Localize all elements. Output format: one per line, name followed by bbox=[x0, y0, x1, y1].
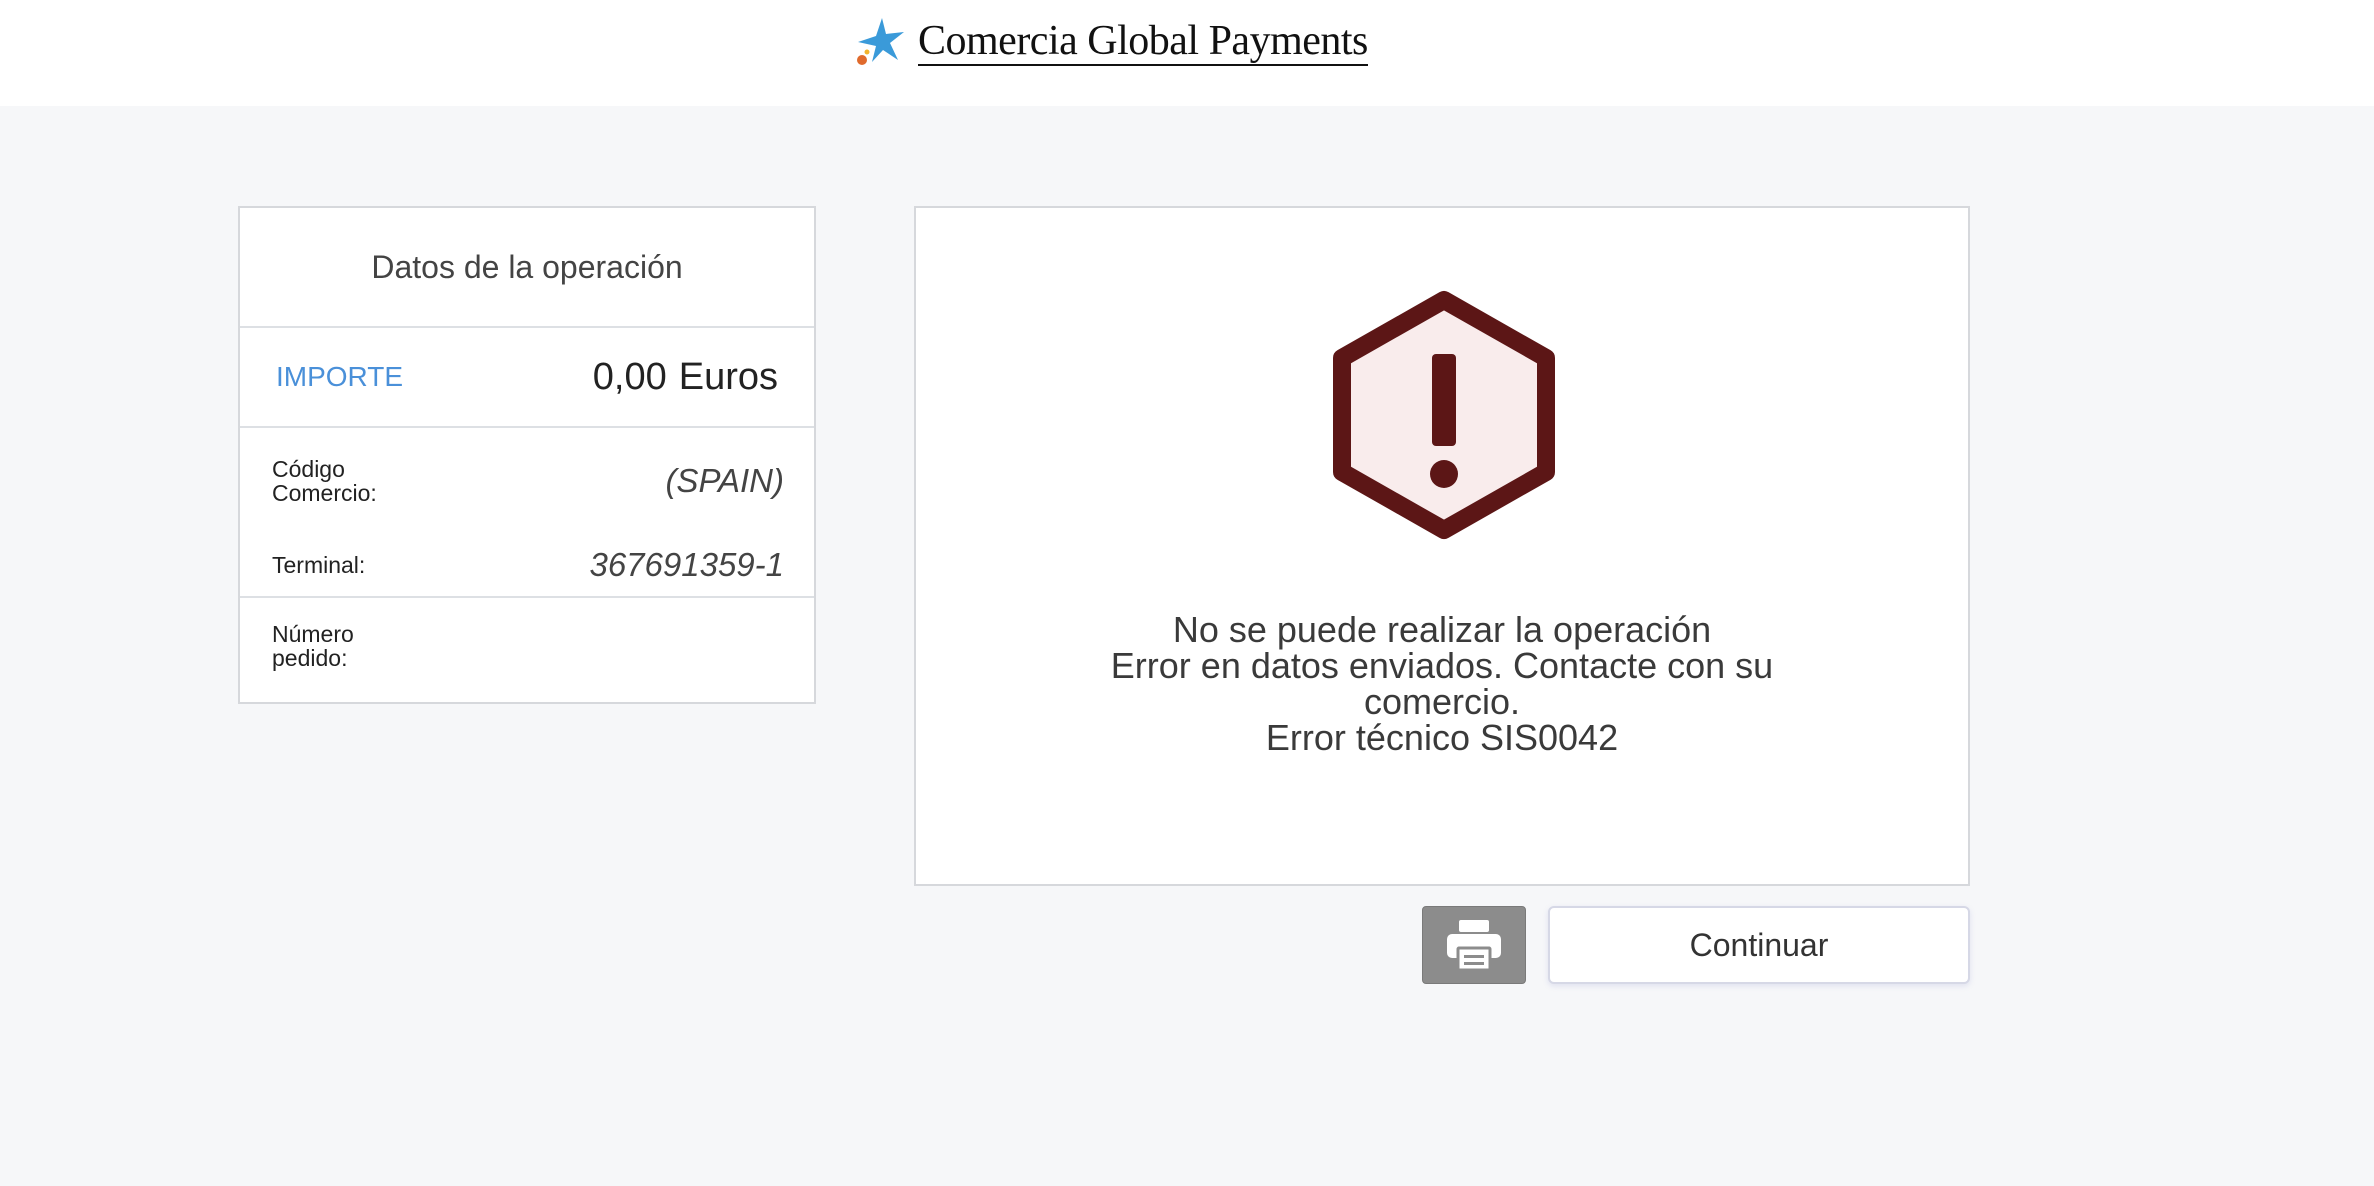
terminal-row: Terminal: 367691359-1 bbox=[240, 534, 814, 598]
order-number-label: Número pedido: bbox=[272, 621, 354, 671]
amount-number: 0,00 bbox=[592, 355, 667, 398]
continue-button[interactable]: Continuar bbox=[1548, 906, 1970, 984]
operation-title: Datos de la operación bbox=[240, 208, 814, 328]
amount-value: 0,00 Euros bbox=[593, 356, 778, 399]
page-header: Comercia Global Payments bbox=[0, 0, 2374, 106]
warning-hexagon-icon bbox=[1333, 291, 1555, 539]
merchant-code-value: (SPAIN) bbox=[665, 462, 784, 499]
order-number-row: Número pedido: bbox=[240, 598, 814, 694]
print-button[interactable] bbox=[1422, 906, 1526, 984]
error-title: No se puede realizar la operación bbox=[1172, 609, 1712, 650]
merchant-code-row: Código Comercio: (SPAIN) bbox=[240, 428, 814, 534]
terminal-value: 367691359-1 bbox=[589, 546, 784, 583]
amount-currency: Euros bbox=[678, 355, 778, 398]
error-code: Error técnico SIS0042 bbox=[1265, 717, 1619, 758]
star-logo-icon bbox=[857, 18, 904, 65]
brand-name: Comercia Global Payments bbox=[918, 18, 1368, 66]
error-message-panel: No se puede realizar la operación Error … bbox=[914, 206, 1970, 886]
terminal-label: Terminal: bbox=[272, 552, 366, 578]
merchant-code-label: Código Comercio: bbox=[272, 456, 377, 506]
error-description: Error en datos enviados. Contacte con su… bbox=[1110, 645, 1774, 722]
operation-details-card: Datos de la operación IMPORTE 0,00 Euros … bbox=[238, 206, 816, 704]
amount-label: IMPORTE bbox=[276, 361, 404, 392]
printer-icon bbox=[1447, 920, 1501, 972]
brand-logo: Comercia Global Payments bbox=[852, 14, 1368, 70]
error-message-text: No se puede realizar la operación Error … bbox=[916, 612, 1968, 756]
amount-row: IMPORTE 0,00 Euros bbox=[240, 328, 814, 428]
